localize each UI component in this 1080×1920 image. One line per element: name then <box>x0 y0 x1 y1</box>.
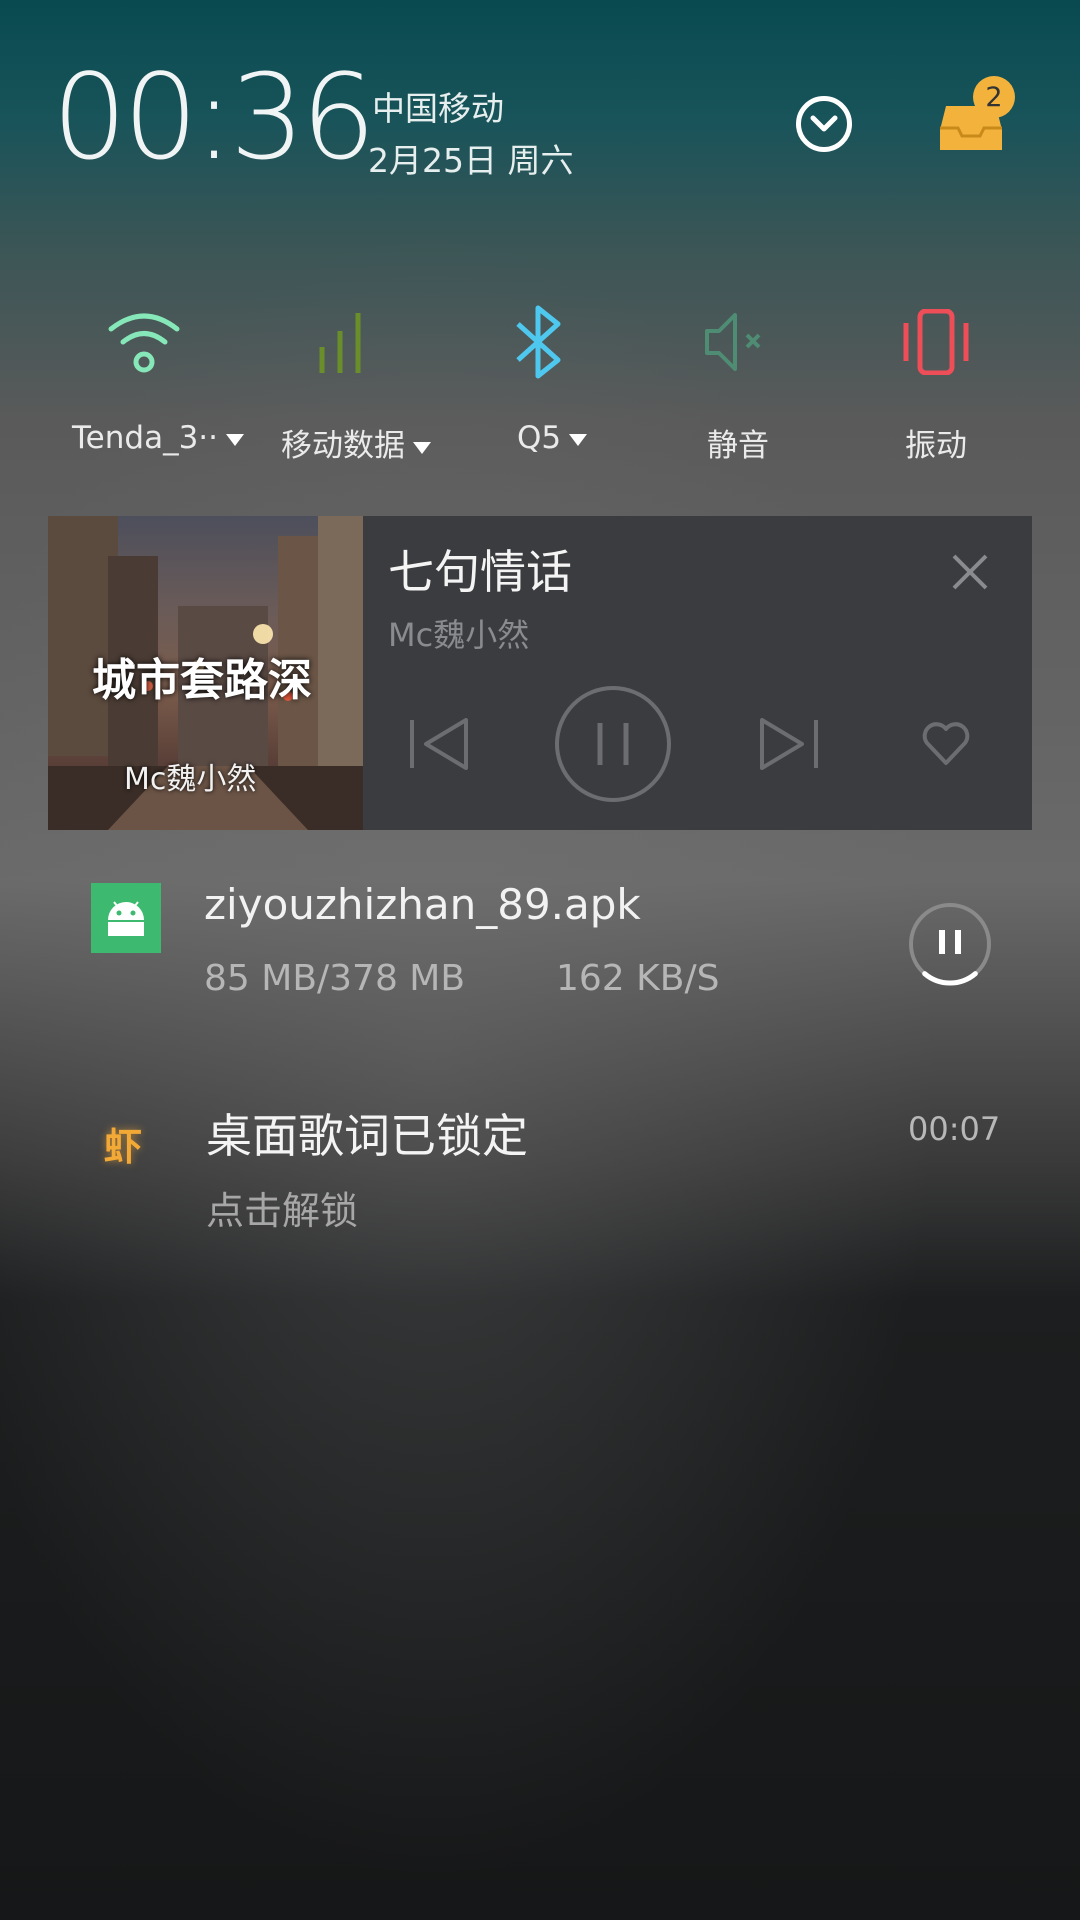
apk-file-icon <box>91 883 161 953</box>
pause-button[interactable] <box>554 686 672 802</box>
vibrate-label: 振动 <box>905 428 967 464</box>
next-icon <box>760 718 818 770</box>
lyrics-notification-time: 00:07 <box>908 1110 1001 1148</box>
download-pause-button[interactable] <box>908 902 992 986</box>
heart-icon <box>922 722 970 765</box>
mute-toggle[interactable] <box>646 300 826 384</box>
previous-button[interactable] <box>400 686 480 802</box>
download-filename: ziyouzhizhan_89.apk <box>204 880 641 929</box>
lyrics-locked-title[interactable]: 桌面歌词已锁定 <box>206 1100 528 1166</box>
dropdown-arrow-icon <box>226 433 244 446</box>
clock-time: 00:36 <box>52 48 376 186</box>
lyrics-unlock-hint[interactable]: 点击解锁 <box>206 1180 358 1235</box>
mobile-data-toggle[interactable] <box>252 300 432 384</box>
vibrate-icon <box>903 309 969 375</box>
date-label: 2月25日 周六 <box>368 141 574 180</box>
dropdown-arrow-icon <box>569 433 588 446</box>
mobile-data-label[interactable]: 移动数据 <box>256 420 456 465</box>
chevron-down-icon <box>810 115 838 132</box>
close-icon <box>952 554 988 590</box>
mute-icon <box>705 313 761 371</box>
close-music-button[interactable] <box>948 550 992 594</box>
vibrate-toggle[interactable] <box>846 300 1026 384</box>
next-button[interactable] <box>748 686 828 802</box>
album-title: 城市套路深 <box>92 655 312 706</box>
dropdown-arrow-icon <box>413 441 431 454</box>
notification-count-badge: 2 <box>973 76 1015 118</box>
mobile-data-text: 移动数据 <box>281 428 405 464</box>
previous-icon <box>410 718 468 770</box>
bluetooth-toggle[interactable] <box>450 300 630 384</box>
cellular-signal-icon <box>319 313 361 373</box>
xiami-app-icon: 虾 <box>104 1125 143 1169</box>
collapse-button[interactable] <box>796 96 852 152</box>
album-artist: Mc魏小然 <box>124 762 257 797</box>
bluetooth-device-name: Q5 <box>516 420 562 456</box>
wifi-label[interactable]: Tenda_3·· <box>58 420 258 456</box>
download-progress: 85 MB/378 MB <box>204 958 466 999</box>
carrier-name: 中国移动 <box>372 89 504 128</box>
pause-icon <box>555 686 671 802</box>
song-title: 七句情话 <box>388 545 572 599</box>
bluetooth-icon <box>516 305 561 379</box>
wifi-icon <box>108 313 180 373</box>
android-icon <box>108 901 144 936</box>
music-player-notification[interactable]: 城市套路深 Mc魏小然 七句情话 Mc魏小然 <box>48 516 1032 830</box>
song-artist: Mc魏小然 <box>388 616 530 654</box>
bluetooth-label[interactable]: Q5 <box>452 420 652 456</box>
album-art[interactable]: 城市套路深 Mc魏小然 <box>48 516 363 830</box>
mute-label: 静音 <box>707 428 769 464</box>
wifi-network-name: Tenda_3·· <box>72 420 218 456</box>
wifi-toggle[interactable] <box>54 300 234 384</box>
download-speed: 162 KB/S <box>556 958 720 999</box>
favorite-button[interactable] <box>906 686 986 802</box>
pause-progress-icon <box>909 903 991 986</box>
